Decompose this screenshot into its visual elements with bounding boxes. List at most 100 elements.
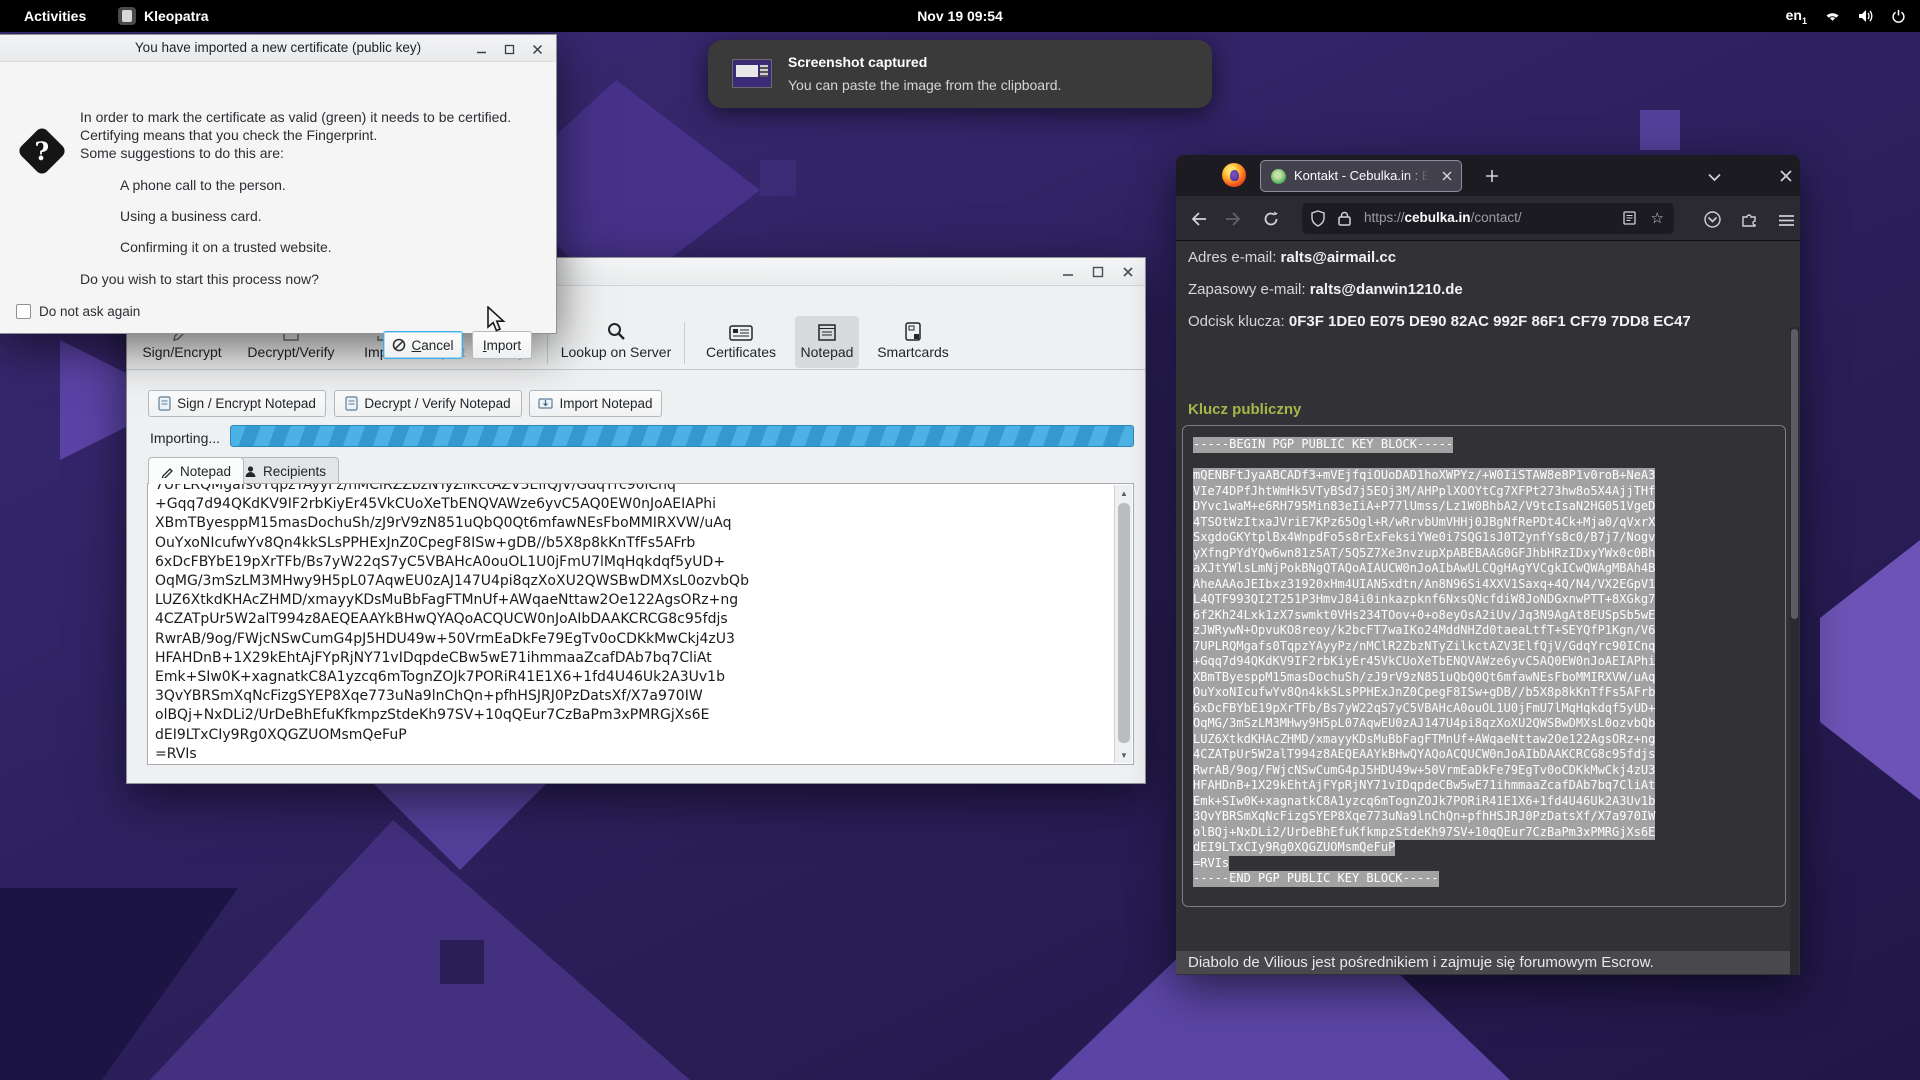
scroll-down-icon[interactable]: ▼ — [1115, 747, 1133, 763]
tab-recipients[interactable]: Recipients — [231, 457, 339, 484]
pgp-end-line: -----END PGP PUBLIC KEY BLOCK----- — [1193, 871, 1439, 887]
pgp-key-line: dEI9LTxCIy9Rg0XQGZUOMsmQeFuP — [1193, 840, 1395, 856]
bookmark-star-icon[interactable]: ☆ — [1651, 209, 1664, 227]
maximize-button[interactable] — [1091, 265, 1105, 279]
email-row: Adres e-mail: ralts@airmail.cc — [1188, 249, 1396, 266]
wallpaper-shape — [1820, 540, 1920, 800]
checkbox-label: Do not ask again — [39, 304, 140, 319]
close-button[interactable] — [1121, 265, 1135, 279]
dialog-suggestions: A phone call to the person.Using a busin… — [120, 177, 332, 270]
import-button[interactable]: Import — [472, 331, 532, 359]
tab-notepad[interactable]: Notepad — [148, 457, 244, 484]
gnome-top-bar: Activities Kleopatra Nov 19 09:54 en1 — [0, 0, 1920, 32]
document-icon — [345, 396, 358, 411]
pgp-key-line: +Gqq7d94QKdKV9IF2rbKiyEr45VkCUoXeTbENQVA… — [1193, 654, 1655, 670]
back-button[interactable] — [1186, 206, 1212, 232]
import-notepad-button[interactable]: Import Notepad — [529, 390, 662, 417]
firefox-tab-bar: Kontakt - Cebulka.in : Blo — [1176, 155, 1800, 196]
pgp-key-lines: mQENBFtJyaABCADf3+mVEjfqiOUoDAD1hoXWPYz/… — [1193, 468, 1775, 856]
kleopatra-window: Sign/Encrypt Decrypt/Verify Import Expor… — [126, 257, 1146, 784]
window-close-button[interactable] — [1776, 166, 1796, 186]
mouse-cursor — [486, 306, 510, 334]
do-not-ask-again-checkbox[interactable]: Do not ask again — [16, 304, 140, 319]
toolbar-certificates[interactable]: Certificates — [693, 316, 789, 368]
backup-email-value: ralts@danwin1210.de — [1310, 281, 1463, 298]
scrollbar-thumb[interactable] — [1118, 503, 1130, 743]
import-notepad-icon — [538, 397, 553, 410]
cancel-button[interactable]: Cancel — [383, 331, 463, 359]
screenshot-notification[interactable]: Screenshot captured You can paste the im… — [708, 40, 1212, 108]
shield-icon[interactable] — [1310, 210, 1326, 227]
lock-icon[interactable] — [1338, 211, 1351, 226]
fingerprint-row: Odcisk klucza: 0F3F 1DE0 E075 DE90 82AC … — [1188, 313, 1691, 330]
toolbar-notepad[interactable]: Notepad — [795, 316, 859, 368]
pgp-key-line: OqMG/3mSzLM3MHwy9H5pL07AqwEU0zAJ147U4pi8… — [1193, 716, 1655, 732]
notepad-text-area[interactable]: 7UPLRQMgafs0TqpzYAyyFz/nMClRZZbzNTyZilkc… — [147, 483, 1134, 765]
toolbar-smartcards[interactable]: Smartcards — [867, 316, 959, 368]
pgp-key-line: RwrAB/9og/FWjcNSwCumG4pJ5HDU49w+50VrmEaD… — [1193, 763, 1655, 779]
pgp-key-block[interactable]: -----BEGIN PGP PUBLIC KEY BLOCK----- mQE… — [1182, 425, 1786, 907]
dialog-question: Do you wish to start this process now? — [80, 271, 319, 287]
notepad-icon — [795, 316, 859, 342]
dialog-text-line: Certifying means that you check the Fing… — [80, 127, 377, 143]
minimize-button[interactable] — [474, 42, 488, 56]
question-icon: ? — [17, 126, 68, 177]
dialog-suggestion: Using a business card. — [120, 208, 332, 239]
sign-encrypt-notepad-button[interactable]: Sign / Encrypt Notepad — [148, 390, 326, 417]
new-tab-button[interactable] — [1482, 166, 1502, 186]
firefox-nav-bar: https://cebulka.in/contact/ ☆ — [1176, 196, 1800, 241]
cancel-icon — [392, 338, 406, 352]
pgp-key-line: XBmTByesppM15masDochuSh/zJ9rV9zN851uQbQ0… — [1193, 670, 1655, 686]
backup-email-row: Zapasowy e-mail: ralts@danwin1210.de — [1188, 281, 1463, 298]
hamburger-menu-icon[interactable] — [1774, 208, 1798, 232]
scroll-up-icon[interactable]: ▲ — [1115, 485, 1133, 501]
notepad-scrollbar[interactable]: ▲ ▼ — [1114, 485, 1132, 763]
dialog-titlebar[interactable]: You have imported a new certificate (pub… — [0, 35, 556, 62]
clock[interactable]: Nov 19 09:54 — [917, 0, 1003, 32]
toolbar-separator — [684, 322, 685, 364]
checkbox-box[interactable] — [16, 304, 31, 319]
extensions-icon[interactable] — [1737, 207, 1761, 231]
fingerprint-value: 0F3F 1DE0 E075 DE90 82AC 992F 86F1 CF79 … — [1289, 313, 1691, 330]
url-text[interactable]: https://cebulka.in/contact/ — [1364, 210, 1522, 225]
minimize-button[interactable] — [1061, 265, 1075, 279]
app-menu[interactable]: Kleopatra — [118, 0, 209, 32]
forward-button[interactable] — [1220, 206, 1246, 232]
pgp-key-line: zJWRywN+OpvuKO8reoy/k2bcFT7waIKo24MddNHZ… — [1193, 623, 1655, 639]
list-tabs-chevron-icon[interactable] — [1704, 167, 1724, 187]
certificates-icon — [693, 316, 789, 342]
dialog-text-line: Some suggestions to do this are: — [80, 145, 284, 161]
pgp-key-line: aXJtYWlsLmNjPokBNgQTAQoAIAUCW0nJoAIbAwUL… — [1193, 561, 1655, 577]
notification-title: Screenshot captured — [788, 54, 927, 70]
scrollbar-thumb[interactable] — [1791, 329, 1798, 619]
tab-close-icon[interactable] — [1439, 168, 1455, 184]
url-bar[interactable]: https://cebulka.in/contact/ ☆ — [1302, 203, 1674, 234]
reader-mode-icon[interactable] — [1623, 211, 1636, 225]
site-favicon — [1271, 169, 1286, 184]
document-icon — [158, 396, 171, 411]
maximize-button[interactable] — [502, 42, 516, 56]
pgp-key-line: OuYxoNIcufwYv8Qn4kkSLsPPHExJnZ0CpegF8ISw… — [1193, 685, 1655, 701]
wallpaper-shape — [440, 940, 484, 984]
decrypt-verify-notepad-button[interactable]: Decrypt / Verify Notepad — [334, 390, 522, 417]
toolbar-divider — [127, 369, 1145, 370]
active-tab[interactable]: Kontakt - Cebulka.in : Blo — [1260, 160, 1462, 192]
keyboard-layout-indicator[interactable]: en1 — [1786, 7, 1807, 26]
page-scrollbar[interactable] — [1790, 327, 1799, 975]
activities-button[interactable]: Activities — [14, 0, 96, 32]
pgp-key-line: 4TSOtWzItxaJVriE7KPz65Ogl+R/wRrvbUmVHHj0… — [1193, 515, 1655, 531]
certificate-imported-dialog: You have imported a new certificate (pub… — [0, 34, 557, 334]
power-icon — [1891, 9, 1906, 24]
reload-button[interactable] — [1258, 206, 1284, 232]
system-status-area[interactable]: en1 — [1786, 0, 1906, 32]
public-key-heading[interactable]: Klucz publiczny — [1188, 401, 1301, 418]
smartcard-icon — [867, 316, 959, 342]
dialog-suggestion: Confirming it on a trusted website. — [120, 239, 332, 270]
toolbar-lookup-on-server[interactable]: Lookup on Server — [553, 316, 679, 368]
dialog-suggestion: A phone call to the person. — [120, 177, 332, 208]
dialog-text-line: In order to mark the certificate as vali… — [80, 109, 511, 125]
close-button[interactable] — [530, 42, 544, 56]
pocket-icon[interactable] — [1700, 207, 1724, 231]
tab-title-fade — [1406, 162, 1432, 191]
pgp-key-line: VIe74DPfJhtWmHk5VTyBSd7j5EOj3M/AHPplXOOY… — [1193, 484, 1655, 500]
